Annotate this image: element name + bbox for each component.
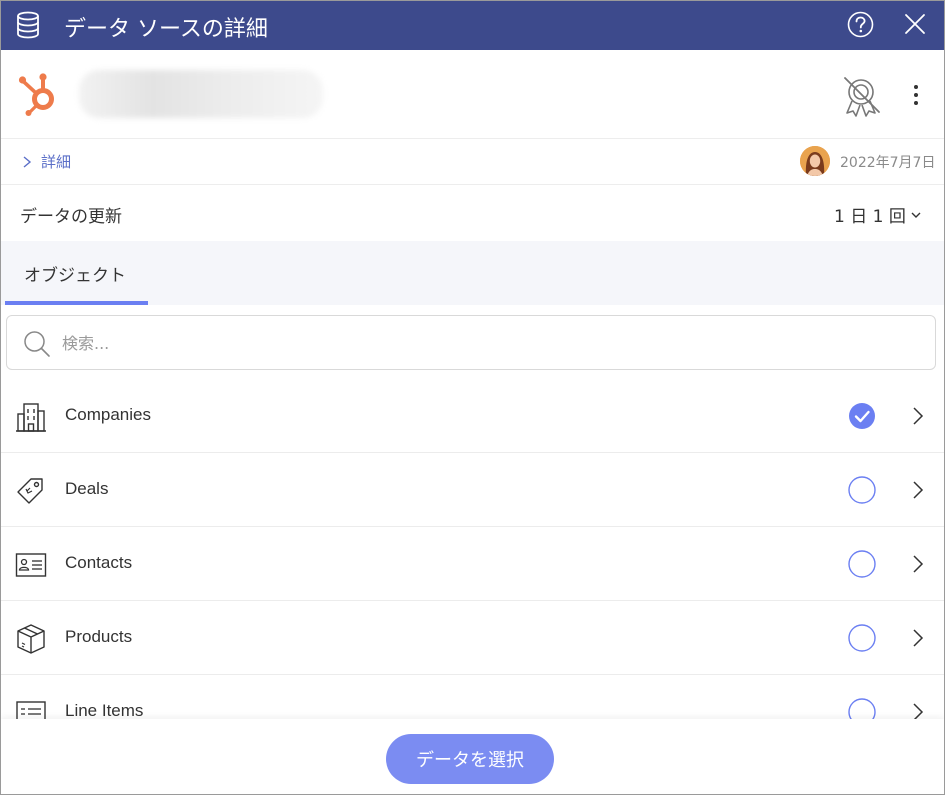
details-label: 詳細 [41, 153, 72, 171]
footer: データを選択 [1, 719, 944, 794]
object-label: Companies [65, 405, 151, 424]
help-icon[interactable] [847, 11, 874, 38]
tab-bar: オブジェクト [1, 241, 944, 305]
object-label: Deals [65, 479, 109, 498]
chevron-right-icon[interactable] [912, 406, 924, 426]
box-icon [17, 624, 45, 654]
object-list: Companies Deals Contacts Products Line I… [1, 379, 944, 719]
refresh-frequency-select[interactable]: 1 日 1 回 [834, 202, 922, 227]
unchecked-circle-icon[interactable] [848, 550, 876, 578]
chevron-down-icon [911, 212, 921, 218]
unchecked-circle-icon[interactable] [848, 476, 876, 504]
chevron-right-icon[interactable] [912, 628, 924, 648]
list-item-companies[interactable]: Companies [1, 379, 944, 453]
tab-objects-label: オブジェクト [24, 266, 126, 286]
account-row [1, 50, 944, 139]
search-box [6, 315, 936, 370]
list-item-deals[interactable]: Deals [1, 453, 944, 527]
details-row: 詳細 2022年7月7日 [1, 139, 944, 185]
object-label: Contacts [65, 553, 133, 572]
close-icon[interactable] [903, 12, 927, 36]
chevron-right-icon[interactable] [912, 554, 924, 574]
tag-icon [17, 478, 43, 504]
hubspot-logo [18, 73, 54, 116]
search-input[interactable] [62, 328, 912, 358]
refresh-frequency-value: 1 日 1 回 [834, 207, 906, 227]
list-item-line-items[interactable]: Line Items [1, 675, 944, 719]
user-avatar-icon [800, 146, 830, 176]
chevron-right-icon[interactable] [912, 480, 924, 500]
list-item-contacts[interactable]: Contacts [1, 527, 944, 601]
more-vertical-icon[interactable] [907, 82, 925, 108]
chevron-right-icon [23, 155, 32, 168]
tab-objects[interactable]: オブジェクト [5, 241, 148, 305]
data-source-details-window: データ ソースの詳細 詳細 2022年7月7日 データの更新 1 日 1 回 オ… [0, 0, 945, 795]
avatar [800, 146, 830, 176]
line-items-icon [16, 701, 46, 719]
title-bar: データ ソースの詳細 [1, 1, 944, 50]
unchecked-circle-icon[interactable] [848, 698, 876, 719]
data-refresh-row: データの更新 1 日 1 回 [1, 186, 944, 241]
active-tab-indicator [5, 301, 148, 305]
select-data-button[interactable]: データを選択 [386, 734, 554, 784]
account-name [79, 70, 323, 118]
object-label: Line Items [65, 701, 144, 719]
certification-off-icon[interactable] [840, 75, 884, 119]
chevron-right-icon[interactable] [912, 702, 924, 719]
search-icon [24, 331, 50, 357]
details-toggle[interactable]: 詳細 [21, 151, 71, 172]
data-refresh-label: データの更新 [20, 207, 122, 227]
unchecked-circle-icon[interactable] [848, 624, 876, 652]
object-label: Products [65, 627, 133, 646]
contact-card-icon [15, 553, 47, 577]
database-icon [17, 11, 39, 39]
building-icon [16, 403, 46, 432]
window-title: データ ソースの詳細 [64, 17, 268, 42]
list-item-products[interactable]: Products [1, 601, 944, 675]
checked-circle-icon[interactable] [848, 402, 876, 430]
modified-date: 2022年7月7日 [840, 155, 936, 171]
